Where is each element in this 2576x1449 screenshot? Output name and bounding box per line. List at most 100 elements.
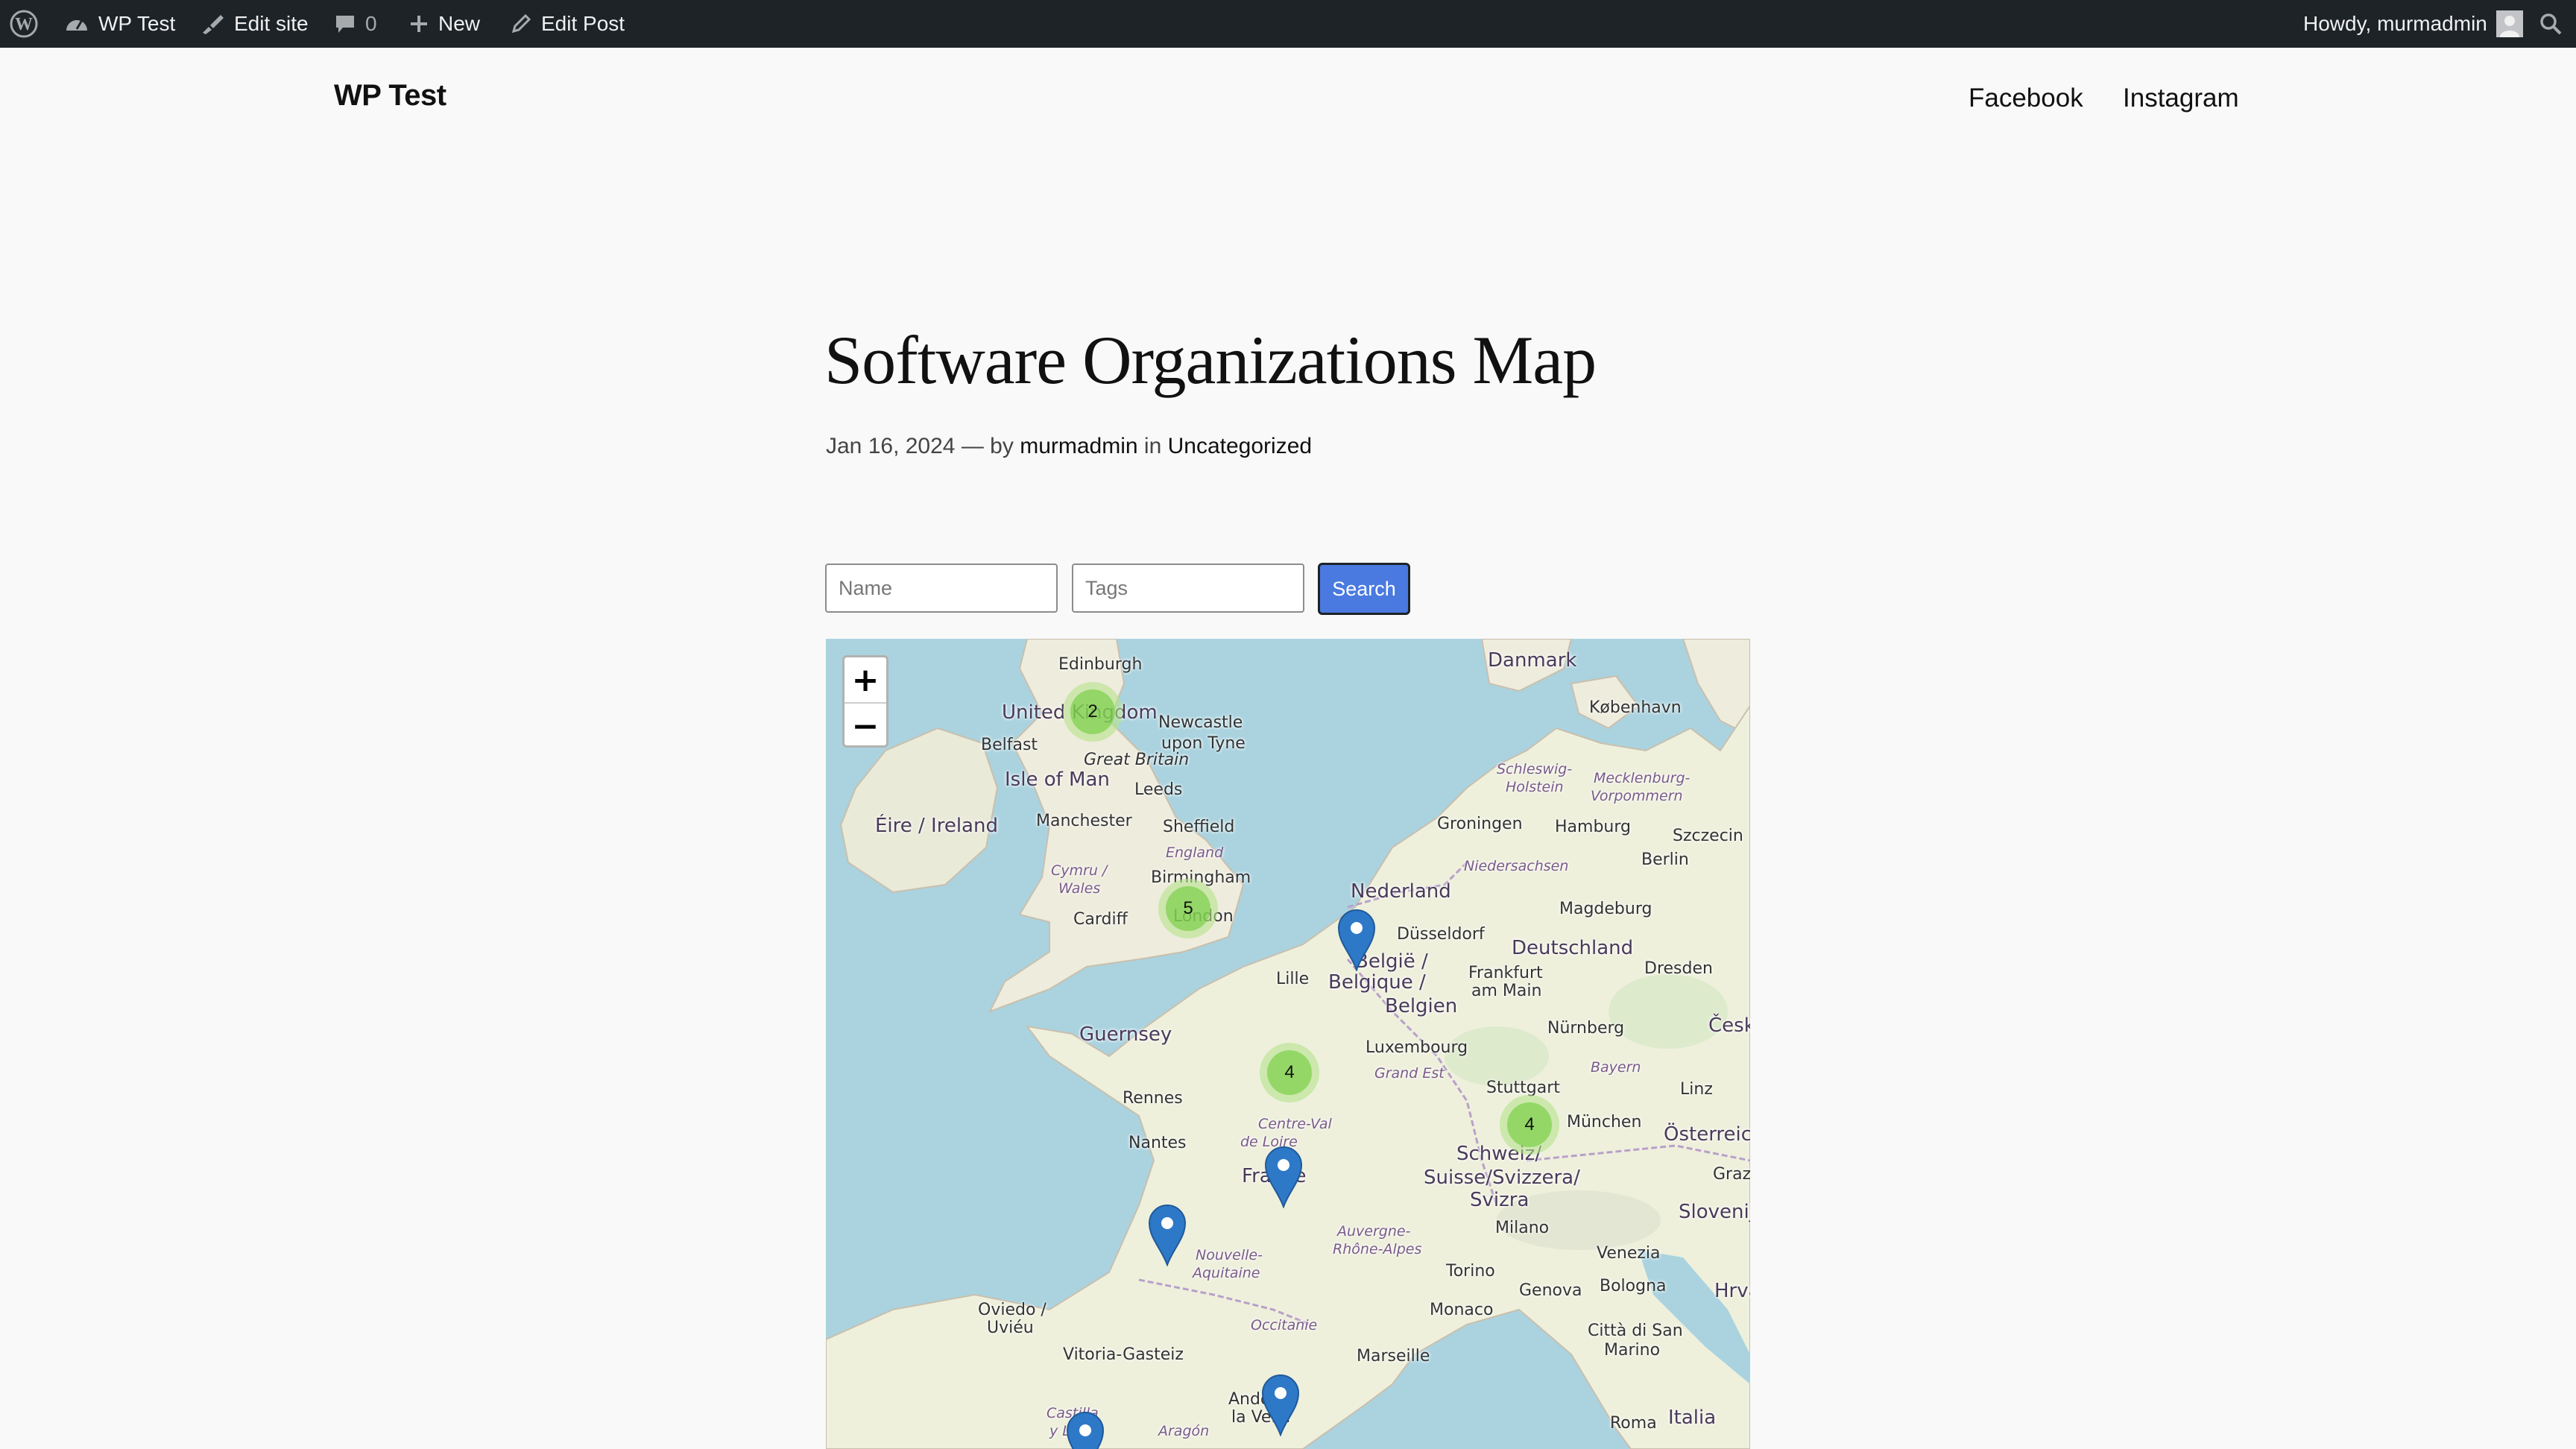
post-author[interactable]: murmadmin [1020,434,1137,458]
comments-link[interactable]: 0 [334,0,377,48]
map-label: Isle of Man [1005,768,1110,791]
zoom-out-button[interactable]: − [845,702,886,745]
account-menu[interactable]: Howdy, murmadmin [2303,0,2523,48]
search-icon[interactable] [2539,0,2563,48]
map-label: Wales [1058,880,1101,897]
map-label: Svizra [1470,1189,1530,1211]
map-label: Aquitaine [1193,1265,1260,1281]
edit-post-link[interactable]: Edit Post [510,0,625,48]
zoom-control: + − [842,655,888,748]
map-label: Lille [1276,970,1310,988]
site-title[interactable]: WP Test [334,79,446,113]
map-label: København [1589,698,1682,717]
name-input[interactable] [825,564,1058,613]
map-label: Newcastle [1158,713,1243,732]
map-label: Stuttgart [1486,1079,1560,1097]
map-label: Monaco [1430,1301,1494,1319]
map-label: Guernsey [1079,1023,1172,1046]
site-name-menu[interactable]: WP Test [64,0,175,48]
map-label: Holstein [1506,779,1564,795]
map-label: Uviéu [987,1319,1034,1337]
site-name-label: WP Test [98,12,176,35]
post-date[interactable]: Jan 16, 2024 [826,434,955,458]
map-label: Belgien [1385,995,1458,1017]
map-label: Roma [1610,1414,1657,1433]
map-marker-pin[interactable] [1066,1411,1105,1449]
nav-link-facebook[interactable]: Facebook [1969,83,2083,113]
map-label: Rhône-Alpes [1333,1241,1422,1257]
map-label: Grand Est [1374,1065,1445,1082]
marker-cluster[interactable]: 4 [1260,1043,1319,1102]
map-label: Deutschland [1512,937,1634,959]
map-label: Nederland [1351,880,1451,903]
map-label: Città di San [1588,1322,1683,1340]
map-marker-pin[interactable] [1261,1374,1300,1436]
map-label: Belfast [981,736,1038,754]
map-label: Centre-Val [1258,1116,1332,1132]
tags-input[interactable] [1072,564,1304,613]
map-label: Niedersachsen [1464,858,1569,874]
wordpress-logo-icon[interactable]: W [9,0,39,48]
map-label: Dresden [1644,959,1713,978]
map-label: Magdeburg [1559,900,1652,918]
cluster-count: 4 [1507,1102,1552,1147]
map-label: Auvergne- [1337,1223,1411,1240]
map-label: Aragón [1158,1423,1210,1439]
map-label: Linz [1680,1080,1713,1099]
map-label: am Main [1471,982,1542,1000]
comment-icon [336,16,354,33]
map-label: Groningen [1437,815,1523,833]
map-label: Szczecin [1673,827,1743,845]
marker-cluster[interactable]: 2 [1063,682,1123,742]
greeting-label: Howdy, murmadmin [2303,12,2487,35]
map-label: Vitoria-Gasteiz [1063,1345,1184,1364]
map[interactable]: + − Edinburgh United Kingdom Newcastle u… [826,639,1750,1449]
map-label: Österreich [1664,1123,1750,1146]
marker-cluster[interactable]: 5 [1158,879,1218,938]
map-label: Marino [1604,1341,1661,1360]
edit-site-link[interactable]: Edit site [200,0,309,48]
pencil-icon [511,13,531,34]
map-label: Venezia [1597,1244,1661,1263]
map-label: Mecklenburg- [1594,770,1690,786]
nav-link-instagram[interactable]: Instagram [2123,83,2239,113]
map-marker-pin[interactable] [1264,1146,1303,1208]
post-by-label: — by [961,434,1014,458]
cluster-count: 2 [1070,689,1115,734]
map-label: Nantes [1128,1134,1187,1152]
edit-site-label: Edit site [234,12,309,35]
map-label: Edinburgh [1058,655,1143,674]
map-label: Leeds [1134,780,1183,799]
zoom-in-button[interactable]: + [845,657,886,702]
map-label: Schleswig- [1497,761,1573,777]
cluster-count: 4 [1267,1050,1312,1095]
map-label: Frankfurt [1468,964,1543,982]
map-label: Belgique / [1328,971,1426,994]
map-label: Torino [1446,1262,1495,1281]
map-label: Oviedo / [978,1301,1046,1319]
map-label: England [1166,845,1224,861]
map-label: Cardiff [1073,910,1128,929]
search-button[interactable]: Search [1318,563,1410,615]
brush-icon [203,15,224,34]
post-title: Software Organizations Map [824,322,1597,398]
map-label: Berlin [1641,850,1689,869]
map-water-biscay [826,1161,1072,1295]
marker-cluster[interactable]: 4 [1500,1095,1559,1155]
map-label: Česk [1708,1014,1750,1037]
post-category[interactable]: Uncategorized [1168,434,1312,458]
map-label: Graz [1713,1165,1750,1184]
map-marker-pin[interactable] [1337,909,1376,971]
edit-post-label: Edit Post [541,12,625,35]
map-label: Great Britain [1084,751,1190,769]
map-marker-pin[interactable] [1148,1204,1187,1266]
plus-icon [411,16,427,32]
map-label: Hamburg [1555,818,1631,836]
new-content-menu[interactable]: New [408,0,480,48]
avatar-icon [2496,10,2523,37]
map-label: Bologna [1600,1277,1667,1295]
map-label: Rennes [1123,1089,1183,1108]
map-label: Sheffield [1163,818,1235,836]
map-label: Genova [1519,1281,1582,1300]
comments-count: 0 [365,12,377,35]
